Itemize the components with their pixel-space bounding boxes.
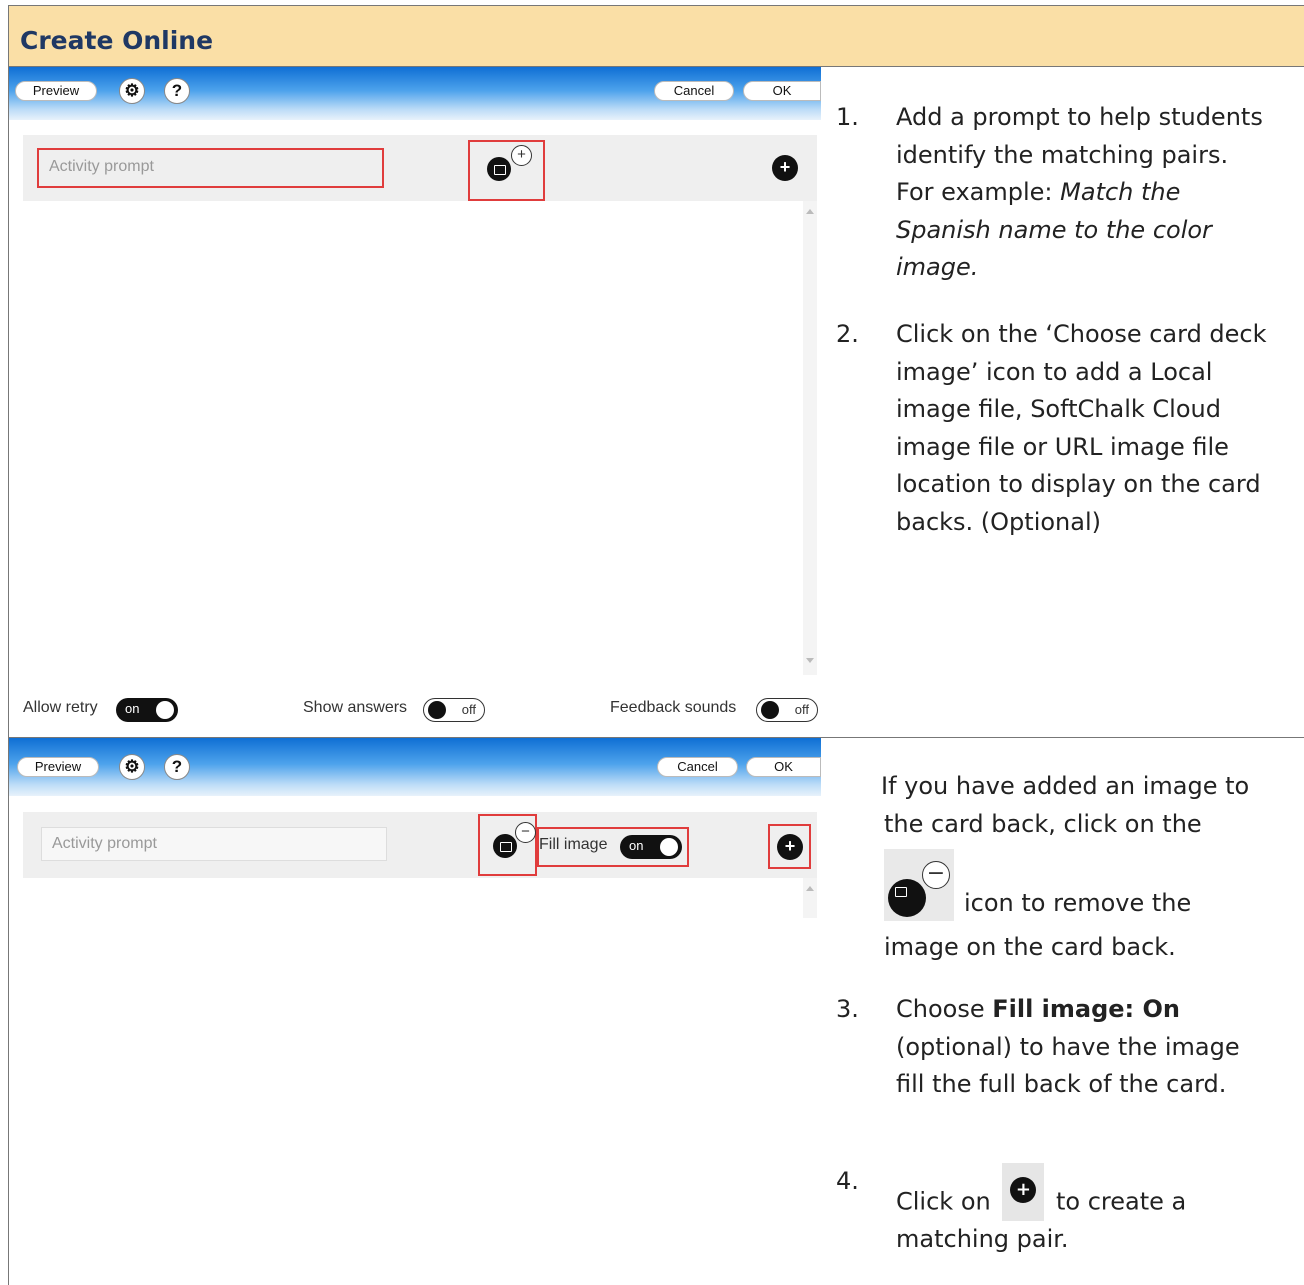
step-line: Choose Fill image: On bbox=[896, 995, 1180, 1023]
scroll-up-icon[interactable] bbox=[806, 886, 814, 891]
step-line: fill the full back of the card. bbox=[896, 1070, 1227, 1098]
step-line: (optional) to have the image bbox=[896, 1032, 1240, 1061]
gear-icon: ⚙ bbox=[124, 81, 140, 100]
feedback-sounds-label: Feedback sounds bbox=[610, 699, 737, 716]
scroll-up-icon[interactable] bbox=[806, 209, 814, 214]
inline-icon-row: − icon to remove the bbox=[881, 843, 1301, 925]
activity-prompt-input[interactable]: Activity prompt bbox=[41, 827, 387, 861]
add-pair-button[interactable]: + bbox=[777, 834, 803, 860]
prompt-bar: Activity prompt + + bbox=[23, 135, 817, 201]
step-text: Add a prompt to help students identify t… bbox=[896, 99, 1304, 287]
show-answers-toggle[interactable]: off bbox=[423, 698, 485, 722]
step-line: location to display on the card bbox=[896, 470, 1261, 498]
activity-prompt-input[interactable]: Activity prompt bbox=[39, 151, 382, 185]
fill-image-toggle[interactable]: on bbox=[620, 835, 682, 859]
toolbar: Preview ⚙ ? Cancel OK bbox=[9, 738, 821, 796]
toggle-state: off bbox=[461, 702, 476, 717]
editor-screenshot-2: Preview ⚙ ? Cancel OK Activity prompt − … bbox=[9, 738, 821, 918]
note-line: icon to remove the bbox=[964, 889, 1192, 917]
cancel-button[interactable]: Cancel bbox=[654, 81, 734, 101]
feedback-sounds-toggle[interactable]: off bbox=[756, 698, 818, 722]
note-line: the card back, click on the bbox=[884, 809, 1202, 838]
step-line: Add a prompt to help students bbox=[896, 103, 1263, 131]
step-line: image’ icon to add a Local bbox=[896, 357, 1213, 386]
scroll-down-icon[interactable] bbox=[806, 658, 814, 663]
step-line: identify the matching pairs. bbox=[896, 140, 1229, 169]
step-number: 1. bbox=[836, 103, 859, 131]
step-line: For example: Match the bbox=[896, 178, 1181, 206]
show-answers-label: Show answers bbox=[303, 699, 408, 716]
add-pair-button[interactable]: + bbox=[772, 155, 798, 181]
step-text: Click on + to create a matching pair. bbox=[896, 1163, 1304, 1259]
toolbar: Preview ⚙ ? Cancel OK bbox=[9, 67, 821, 120]
settings-button[interactable]: ⚙ bbox=[119, 78, 145, 104]
pairs-area bbox=[23, 878, 817, 918]
remove-card-deck-image-icon[interactable] bbox=[493, 834, 517, 858]
step-line: image file, SoftChalk Cloud bbox=[896, 395, 1221, 423]
fill-image-label: Fill image bbox=[539, 836, 608, 853]
preview-button[interactable]: Preview bbox=[15, 81, 97, 101]
section-header: Create Online bbox=[9, 6, 1304, 67]
toggle-state: on bbox=[125, 701, 140, 716]
step-line: image file or URL image file bbox=[896, 432, 1229, 461]
options-bar: Allow retry on Show answers off Feedback… bbox=[9, 684, 821, 737]
add-image-badge: + bbox=[511, 145, 532, 166]
step-line: matching pair. bbox=[896, 1225, 1069, 1253]
scrollbar[interactable] bbox=[803, 878, 817, 918]
choose-card-deck-image-icon[interactable] bbox=[487, 157, 511, 181]
help-button[interactable]: ? bbox=[164, 78, 190, 104]
prompt-bar: Activity prompt − Fill image on + bbox=[23, 812, 817, 878]
remove-image-note: If you have added an image to the card b… bbox=[881, 768, 1301, 967]
step-line: Spanish name to the color bbox=[896, 215, 1212, 244]
step-number: 3. bbox=[836, 995, 859, 1023]
step-line: Click on the ‘Choose card deck bbox=[896, 320, 1267, 348]
step-line: backs. (Optional) bbox=[896, 507, 1101, 536]
remove-image-badge: − bbox=[515, 822, 536, 843]
step-number: 2. bbox=[836, 320, 859, 348]
editor-screenshot-1: Preview ⚙ ? Cancel OK Activity prompt + … bbox=[9, 67, 821, 737]
ok-button[interactable]: OK bbox=[743, 81, 821, 101]
note-line: image on the card back. bbox=[884, 933, 1176, 961]
gear-icon: ⚙ bbox=[124, 757, 140, 776]
step-number: 4. bbox=[836, 1167, 859, 1195]
add-pair-icon: + bbox=[1002, 1163, 1045, 1221]
toggle-state: on bbox=[629, 838, 644, 853]
preview-button[interactable]: Preview bbox=[17, 757, 99, 777]
help-button[interactable]: ? bbox=[164, 754, 190, 780]
allow-retry-label: Allow retry bbox=[23, 699, 98, 716]
section-title: Create Online bbox=[20, 26, 214, 55]
step-line: image. bbox=[896, 253, 979, 281]
cancel-button[interactable]: Cancel bbox=[657, 757, 738, 777]
toggle-state: off bbox=[794, 702, 809, 717]
remove-image-icon: − bbox=[884, 849, 954, 921]
settings-button[interactable]: ⚙ bbox=[119, 754, 145, 780]
scrollbar[interactable] bbox=[803, 201, 817, 675]
step-text: Choose Fill image: On (optional) to have… bbox=[896, 991, 1304, 1104]
note-line: If you have added an image to bbox=[881, 772, 1250, 800]
allow-retry-toggle[interactable]: on bbox=[116, 698, 178, 722]
step-line: Click on + to create a bbox=[896, 1163, 1304, 1221]
step-text: Click on the ‘Choose card deck image’ ic… bbox=[896, 316, 1304, 541]
pairs-area bbox=[23, 201, 817, 675]
ok-button[interactable]: OK bbox=[746, 757, 821, 777]
